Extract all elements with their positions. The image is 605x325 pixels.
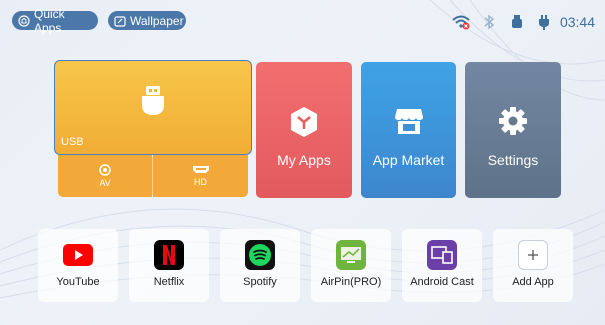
apps-cube-icon <box>289 106 319 143</box>
settings-label: Settings <box>487 152 539 168</box>
airpin-icon <box>336 240 366 270</box>
bluetooth-icon <box>482 14 496 30</box>
clock-time: 03:44 <box>559 14 595 30</box>
hd-label: HD <box>194 177 207 187</box>
app-spotify[interactable]: Spotify <box>220 229 300 302</box>
settings-tile[interactable]: Settings <box>465 62 561 198</box>
usb-tile[interactable]: USB <box>54 60 252 155</box>
store-icon <box>394 106 424 141</box>
youtube-icon <box>63 240 93 270</box>
netflix-icon <box>154 240 184 270</box>
wallpaper-label: Wallpaper <box>130 13 184 28</box>
app-label-spotify: Spotify <box>243 276 277 288</box>
wallpaper-button[interactable]: Wallpaper <box>108 11 186 30</box>
app-label-netflix: Netflix <box>153 276 185 288</box>
wallpaper-icon <box>114 15 126 27</box>
app-add-app[interactable]: Add App <box>493 229 573 302</box>
power-plug-icon <box>537 14 551 30</box>
app-market-tile[interactable]: App Market <box>361 62 456 198</box>
app-youtube[interactable]: YouTube <box>38 229 118 302</box>
app-label-youtube: YouTube <box>56 276 100 288</box>
my-apps-tile[interactable]: My Apps <box>256 62 352 198</box>
av-tile[interactable]: AV <box>58 155 152 197</box>
plus-icon <box>518 240 548 270</box>
wifi-disconnected-icon <box>452 14 470 30</box>
app-airpin[interactable]: AirPin(PRO) <box>311 229 391 302</box>
app-label-android-cast: Android Cast <box>410 276 474 288</box>
av-input-icon <box>99 164 111 178</box>
hd-tile[interactable]: HD <box>153 155 248 197</box>
quick-apps-icon <box>18 14 30 27</box>
quick-apps-label: Quick Apps <box>34 6 65 35</box>
quick-apps-button[interactable]: Quick Apps <box>12 7 98 35</box>
my-apps-label: My Apps <box>277 152 331 168</box>
top-bar: Quick Apps Wallpaper 03:44 <box>0 0 605 42</box>
av-label: AV <box>99 178 111 188</box>
app-label-airpin: AirPin(PRO) <box>320 276 382 288</box>
app-market-label: App Market <box>372 152 445 168</box>
gear-icon <box>498 106 528 141</box>
app-netflix[interactable]: Netflix <box>129 229 209 302</box>
app-label-add-app: Add App <box>512 276 554 288</box>
usb-drive-icon <box>140 85 166 122</box>
usb-device-icon <box>510 14 524 30</box>
cast-icon <box>427 240 457 270</box>
hdmi-icon <box>192 165 210 177</box>
usb-label: USB <box>61 136 84 148</box>
app-android-cast[interactable]: Android Cast <box>402 229 482 302</box>
spotify-icon <box>245 240 275 270</box>
